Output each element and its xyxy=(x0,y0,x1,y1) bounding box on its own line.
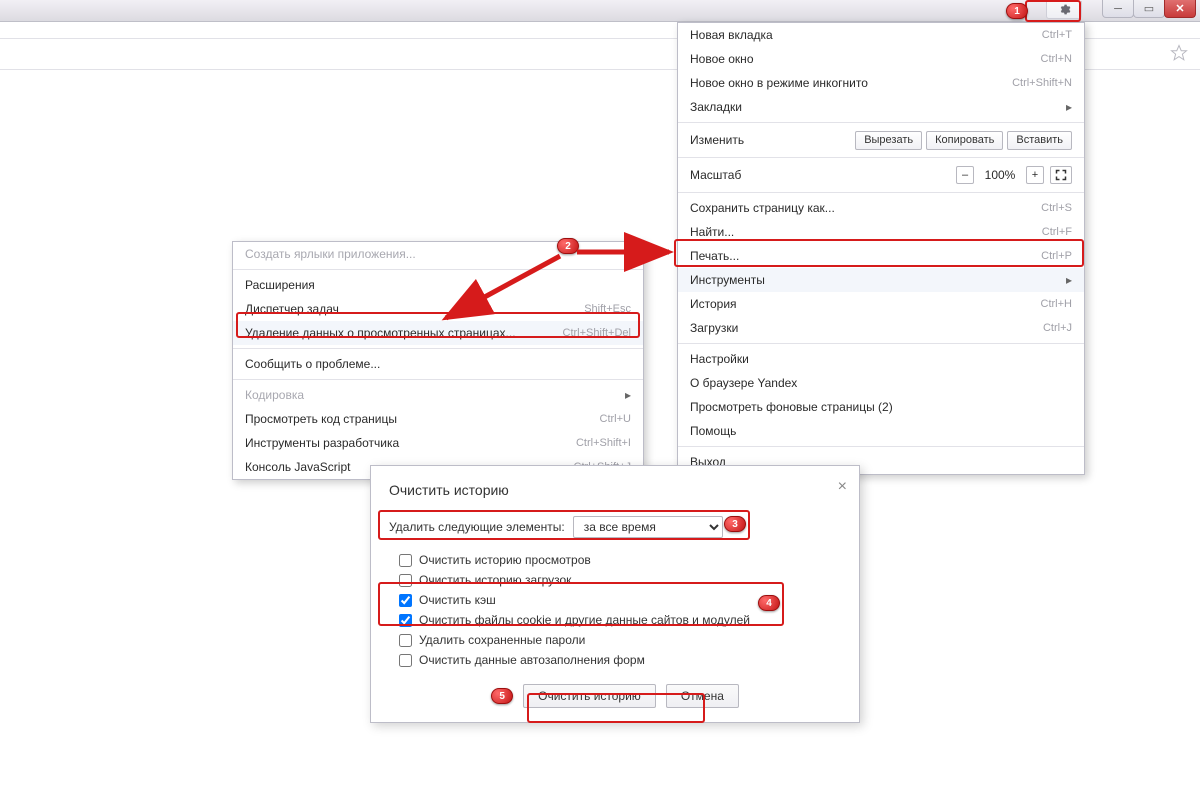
menu-separator xyxy=(678,192,1084,193)
window-close-button[interactable]: ✕ xyxy=(1164,0,1196,18)
clear-history-dialog: × Очистить историю Удалить следующие эле… xyxy=(370,465,860,723)
menu-separator xyxy=(678,446,1084,447)
window-maximize-button[interactable]: ▭ xyxy=(1133,0,1165,18)
menu-help[interactable]: Помощь xyxy=(678,419,1084,443)
cut-button[interactable]: Вырезать xyxy=(855,131,922,150)
annotation-badge-5: 5 xyxy=(491,688,513,704)
chevron-right-icon: ▸ xyxy=(1066,100,1072,114)
dialog-close-button[interactable]: × xyxy=(838,478,847,496)
fullscreen-button[interactable] xyxy=(1050,166,1072,184)
menu-settings[interactable]: Настройки xyxy=(678,347,1084,371)
bookmark-star-icon[interactable] xyxy=(1170,44,1188,65)
menu-separator xyxy=(233,269,643,270)
window-minimize-button[interactable]: ─ xyxy=(1102,0,1134,18)
menu-zoom-row: Масштаб – 100% + xyxy=(678,161,1084,189)
menu-incognito[interactable]: Новое окно в режиме инкогнитоCtrl+Shift+… xyxy=(678,71,1084,95)
check-download-history[interactable]: Очистить историю загрузок xyxy=(389,570,841,590)
submenu-report-issue[interactable]: Сообщить о проблеме... xyxy=(233,352,643,376)
browser-menu-button[interactable] xyxy=(1046,1,1082,19)
zoom-label: Масштаб xyxy=(690,168,950,182)
submenu-task-manager[interactable]: Диспетчер задачShift+Esc xyxy=(233,297,643,321)
tools-submenu: Создать ярлыки приложения... Расширения … xyxy=(232,241,644,480)
menu-print[interactable]: Печать...Ctrl+P xyxy=(678,244,1084,268)
main-dropdown-menu: Новая вкладкаCtrl+T Новое окноCtrl+N Нов… xyxy=(677,22,1085,475)
menu-find[interactable]: Найти...Ctrl+F xyxy=(678,220,1084,244)
cancel-button[interactable]: Отмена xyxy=(666,684,739,708)
zoom-value: 100% xyxy=(980,168,1020,182)
menu-separator xyxy=(233,348,643,349)
zoom-out-button[interactable]: – xyxy=(956,166,974,184)
check-cache[interactable]: Очистить кэш xyxy=(389,590,841,610)
copy-button[interactable]: Копировать xyxy=(926,131,1003,150)
time-range-label: Удалить следующие элементы: xyxy=(389,520,565,534)
menu-history[interactable]: ИсторияCtrl+H xyxy=(678,292,1084,316)
submenu-encoding[interactable]: Кодировка▸ xyxy=(233,383,643,407)
submenu-dev-tools[interactable]: Инструменты разработчикаCtrl+Shift+I xyxy=(233,431,643,455)
menu-background-pages[interactable]: Просмотреть фоновые страницы (2) xyxy=(678,395,1084,419)
menu-save-page[interactable]: Сохранить страницу как...Ctrl+S xyxy=(678,196,1084,220)
menu-edit-row: Изменить Вырезать Копировать Вставить xyxy=(678,126,1084,154)
menu-tools[interactable]: Инструменты▸ xyxy=(678,268,1084,292)
chevron-right-icon: ▸ xyxy=(625,388,631,402)
paste-button[interactable]: Вставить xyxy=(1007,131,1072,150)
time-range-select[interactable]: за все время xyxy=(573,516,723,538)
zoom-in-button[interactable]: + xyxy=(1026,166,1044,184)
submenu-view-source[interactable]: Просмотреть код страницыCtrl+U xyxy=(233,407,643,431)
menu-separator xyxy=(678,122,1084,123)
clear-history-button[interactable]: Очистить историю xyxy=(523,684,656,708)
window-titlebar: ─ ▭ ✕ xyxy=(0,0,1200,22)
menu-about[interactable]: О браузере Yandex xyxy=(678,371,1084,395)
menu-separator xyxy=(678,157,1084,158)
menu-separator xyxy=(678,343,1084,344)
gear-icon xyxy=(1058,3,1071,16)
chevron-right-icon: ▸ xyxy=(1066,273,1072,287)
check-passwords[interactable]: Удалить сохраненные пароли xyxy=(389,630,841,650)
submenu-create-shortcuts: Создать ярлыки приложения... xyxy=(233,242,643,266)
menu-separator xyxy=(233,379,643,380)
check-autofill[interactable]: Очистить данные автозаполнения форм xyxy=(389,650,841,670)
check-browsing-history[interactable]: Очистить историю просмотров xyxy=(389,550,841,570)
menu-bookmarks[interactable]: Закладки▸ xyxy=(678,95,1084,119)
menu-downloads[interactable]: ЗагрузкиCtrl+J xyxy=(678,316,1084,340)
dialog-title: Очистить историю xyxy=(389,482,841,498)
menu-new-tab[interactable]: Новая вкладкаCtrl+T xyxy=(678,23,1084,47)
check-cookies[interactable]: Очистить файлы cookie и другие данные са… xyxy=(389,610,841,630)
submenu-clear-browsing-data[interactable]: Удаление данных о просмотренных страница… xyxy=(233,321,643,345)
menu-new-window[interactable]: Новое окноCtrl+N xyxy=(678,47,1084,71)
submenu-extensions[interactable]: Расширения xyxy=(233,273,643,297)
time-range-row: Удалить следующие элементы: за все время xyxy=(389,516,841,538)
edit-label: Изменить xyxy=(690,133,851,147)
